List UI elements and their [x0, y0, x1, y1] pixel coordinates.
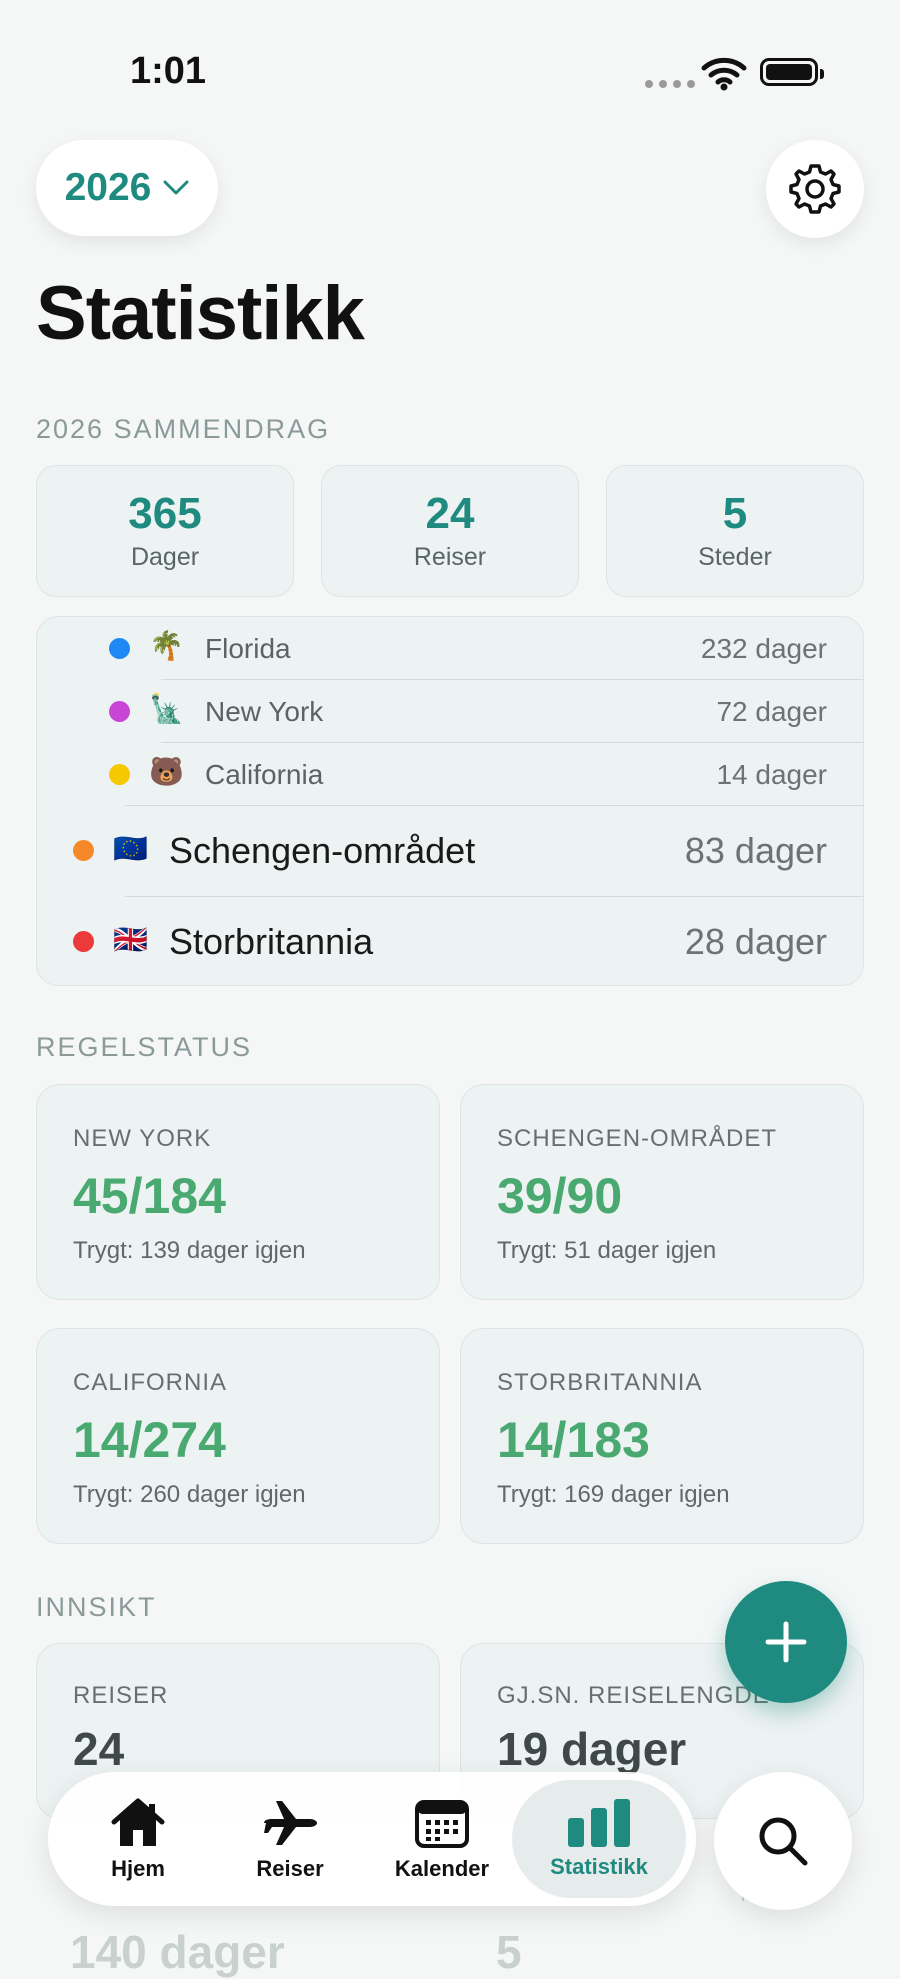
place-days: 14 dager: [716, 759, 827, 790]
tab-trips[interactable]: Reiser: [218, 1772, 362, 1906]
rule-value: 14/183: [497, 1412, 650, 1468]
bar-chart-icon: [568, 1799, 630, 1847]
rule-note: Trygt: 169 dager igjen: [497, 1481, 730, 1508]
uk-flag-icon: 🇬🇧: [113, 924, 148, 955]
insight-partial-value: 5: [496, 1926, 522, 1978]
summary-label: Reiser: [413, 542, 487, 571]
rule-title: CALIFORNIA: [73, 1369, 228, 1396]
insight-section-label: INNSIKT: [36, 1592, 157, 1622]
wifi-icon: [701, 57, 747, 91]
rule-card-schengen[interactable]: SCHENGEN-OMRÅDET 39/90 Trygt: 51 dager i…: [460, 1084, 864, 1300]
bear-icon: 🐻: [149, 756, 184, 787]
rule-card-new-york[interactable]: NEW YORK 45/184 Trygt: 139 dager igjen: [36, 1084, 440, 1300]
search-button[interactable]: [714, 1772, 852, 1910]
insight-value: 19 dager: [497, 1723, 687, 1775]
place-name: New York: [205, 696, 324, 727]
rule-note: Trygt: 139 dager igjen: [73, 1237, 306, 1264]
tab-home[interactable]: Hjem: [66, 1772, 210, 1906]
insight-title: REISER: [73, 1682, 169, 1709]
rule-card-california[interactable]: CALIFORNIA 14/274 Trygt: 260 dager igjen: [36, 1328, 440, 1544]
rule-note: Trygt: 260 dager igjen: [73, 1481, 306, 1508]
rules-section-label: REGELSTATUS: [36, 1032, 253, 1062]
summary-value: 24: [425, 489, 475, 539]
summary-label: Steder: [698, 542, 772, 571]
place-days: 72 dager: [716, 696, 827, 727]
insight-partial-value: 140 dager: [70, 1926, 285, 1978]
tab-statistics[interactable]: Statistikk: [512, 1780, 686, 1898]
insight-value: 24: [73, 1723, 125, 1775]
statue-of-liberty-icon: 🗽: [149, 693, 184, 724]
summary-value: 365: [128, 489, 202, 539]
tab-label: Hjem: [111, 1856, 165, 1881]
rule-title: STORBRITANNIA: [497, 1369, 703, 1396]
summary-card-places: 5 Steder: [606, 465, 864, 597]
rule-value: 39/90: [497, 1168, 623, 1224]
place-row-uk[interactable]: 🇬🇧 Storbritannia 28 dager: [37, 897, 863, 985]
insight-title: GJ.SN. REISELENGDE: [497, 1682, 770, 1709]
tab-label: Kalender: [394, 1856, 490, 1881]
summary-card-days: 365 Dager: [36, 465, 294, 597]
palm-tree-icon: 🌴: [149, 630, 184, 661]
place-row-new-york[interactable]: 🗽 New York 72 dager: [37, 680, 863, 742]
battery-icon: [760, 58, 824, 86]
status-time: 1:01: [130, 50, 207, 92]
place-color-dot: [73, 931, 94, 952]
place-color-dot: [109, 638, 130, 659]
airplane-icon: [264, 1801, 317, 1845]
eu-flag-icon: 🇪🇺: [113, 833, 148, 864]
place-row-florida[interactable]: 🌴 Florida 232 dager: [37, 617, 863, 679]
place-name: Storbritannia: [169, 921, 374, 962]
add-trip-button[interactable]: [725, 1581, 847, 1703]
plus-icon: [765, 1621, 807, 1663]
place-days: 28 dager: [684, 921, 827, 962]
tab-calendar[interactable]: Kalender: [370, 1772, 514, 1906]
settings-button[interactable]: [766, 140, 864, 238]
summary-card-trips: 24 Reiser: [321, 465, 579, 597]
tab-label: Reiser: [256, 1856, 324, 1881]
place-color-dot: [73, 840, 94, 861]
calendar-icon: [415, 1800, 469, 1848]
rule-note: Trygt: 51 dager igjen: [497, 1237, 717, 1264]
place-name: Schengen-området: [169, 830, 476, 871]
summary-value: 5: [722, 489, 748, 539]
year-selector-button[interactable]: 2026: [36, 140, 218, 236]
chevron-down-icon: [163, 180, 189, 195]
house-icon: [111, 1798, 165, 1846]
tab-bar: Hjem Reiser Kalender Statistikk: [48, 1772, 696, 1906]
place-row-schengen[interactable]: 🇪🇺 Schengen-området 83 dager: [37, 806, 863, 896]
rule-value: 45/184: [73, 1168, 226, 1224]
page-title: Statistikk: [36, 271, 365, 356]
tab-label: Statistikk: [550, 1854, 648, 1879]
cellular-signal-icon: [645, 80, 695, 88]
rule-card-uk[interactable]: STORBRITANNIA 14/183 Trygt: 169 dager ig…: [460, 1328, 864, 1544]
place-name: Florida: [205, 633, 291, 664]
summary-label: Dager: [130, 542, 200, 571]
place-days: 232 dager: [700, 633, 827, 664]
places-list: 🌴 Florida 232 dager 🗽 New York 72 dager …: [36, 616, 864, 986]
place-days: 83 dager: [684, 830, 827, 871]
place-color-dot: [109, 701, 130, 722]
place-name: California: [205, 759, 324, 790]
rule-title: SCHENGEN-OMRÅDET: [497, 1125, 778, 1152]
year-label: 2026: [64, 166, 152, 209]
place-color-dot: [109, 764, 130, 785]
gear-icon: [789, 164, 841, 214]
summary-section-label: 2026 SAMMENDRAG: [36, 414, 331, 444]
rule-title: NEW YORK: [73, 1125, 212, 1152]
place-row-california[interactable]: 🐻 California 14 dager: [37, 743, 863, 805]
rule-value: 14/274: [73, 1412, 226, 1468]
search-icon: [759, 1817, 808, 1866]
